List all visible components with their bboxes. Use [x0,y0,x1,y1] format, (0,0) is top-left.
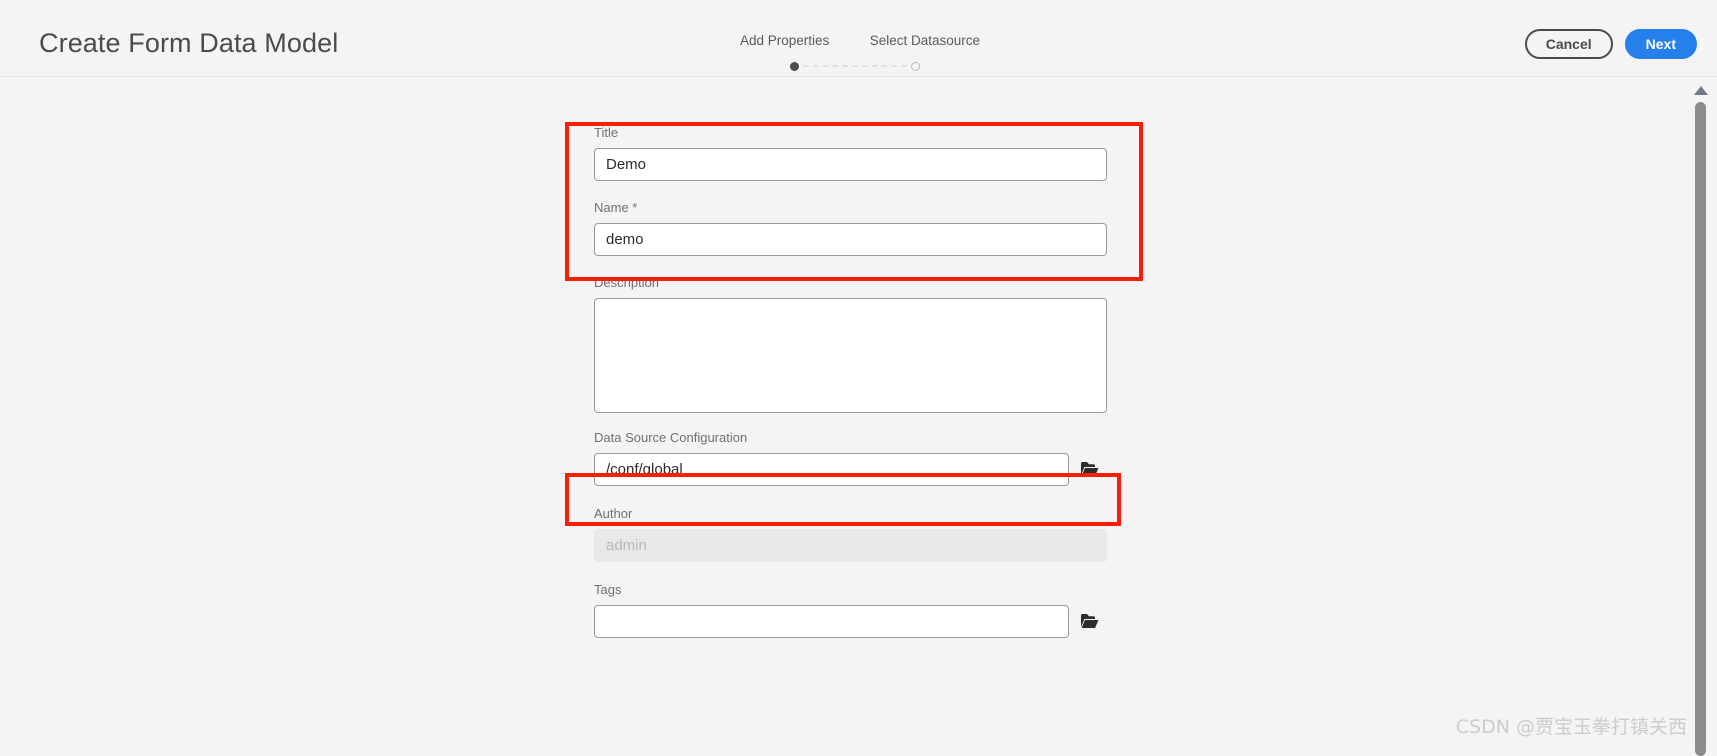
field-description: Description [594,275,1107,418]
title-label: Title [594,125,619,140]
author-input [594,529,1107,562]
data-source-configuration-label: Data Source Configuration [594,430,748,445]
step-dot-inactive[interactable] [911,61,920,71]
step-indicator: Add Properties Select Datasource [740,33,980,72]
next-button[interactable]: Next [1624,29,1697,59]
header-actions: Cancel Next [1524,29,1697,59]
step-track [790,60,920,72]
tags-browse-button[interactable] [1073,605,1106,638]
data-source-browse-button[interactable] [1073,453,1106,486]
field-title: Title [594,125,1107,181]
tags-control [594,605,1106,638]
author-label: Author [594,506,633,521]
data-source-configuration-input[interactable] [594,453,1069,486]
field-name: Name * [594,200,1107,256]
step-labels: Add Properties Select Datasource [740,33,980,51]
description-textarea[interactable] [594,298,1107,413]
step-dot-active[interactable] [790,61,799,71]
folder-icon [1080,461,1099,478]
step-connector-line [803,65,907,67]
name-input[interactable] [594,223,1107,256]
app-header: Create Form Data Model Add Properties Se… [0,0,1717,77]
tags-label: Tags [594,582,622,597]
tags-input[interactable] [594,605,1069,638]
triangle-up-icon[interactable] [1694,86,1708,95]
step-label-add-properties[interactable]: Add Properties [740,33,829,49]
page-title: Create Form Data Model [39,28,339,58]
title-input[interactable] [594,148,1107,181]
cancel-button[interactable]: Cancel [1524,29,1613,59]
name-label: Name * [594,200,638,215]
field-tags: Tags [594,582,1106,638]
field-data-source-configuration: Data Source Configuration [594,430,1106,486]
field-author: Author [594,506,1107,562]
folder-icon [1080,613,1099,630]
watermark: CSDN @贾宝玉拳打镇关西 [1455,716,1687,738]
vertical-scrollbar[interactable] [1685,78,1717,756]
scrollbar-thumb[interactable] [1695,102,1706,756]
description-label: Description [594,275,660,290]
data-source-configuration-control [594,453,1106,486]
step-label-select-datasource[interactable]: Select Datasource [870,33,980,49]
